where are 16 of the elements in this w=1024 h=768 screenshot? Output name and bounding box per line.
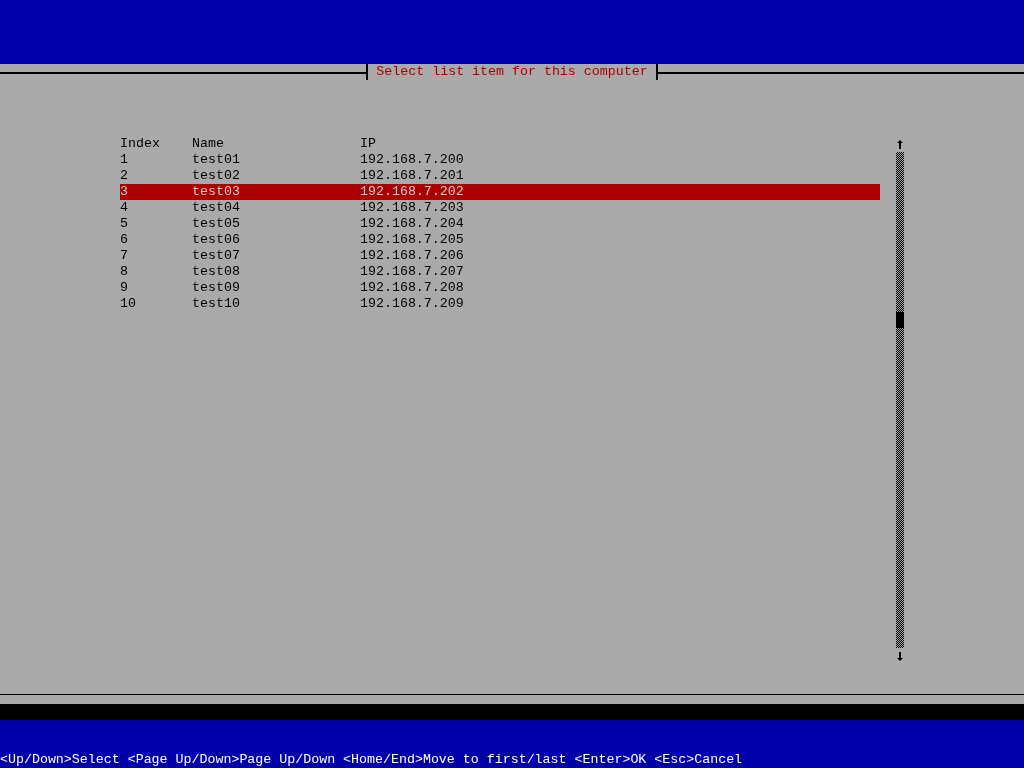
list-row[interactable]: 9 test09 192.168.7.208 bbox=[120, 280, 880, 296]
key-hints: <Up/Down>Select <Page Up/Down>Page Up/Down <Home/End>Move to first/last <Enter>OK <Esc>Cancel bbox=[0, 752, 743, 768]
list-row[interactable]: 10 test10 192.168.7.209 bbox=[120, 296, 880, 312]
column-header: Name bbox=[192, 136, 225, 152]
list-row[interactable]: 4 test04 192.168.7.203 bbox=[120, 200, 880, 216]
list-row[interactable]: 2 test02 192.168.7.201 bbox=[120, 168, 880, 184]
list-row[interactable]: 5 test05 192.168.7.204 bbox=[120, 216, 880, 232]
list-row[interactable]: 3 test03 192.168.7.202 bbox=[120, 184, 880, 200]
scroll-thumb[interactable] bbox=[896, 312, 904, 328]
list-row[interactable]: 7 test07 192.168.7.206 bbox=[120, 248, 880, 264]
column-header: Index bbox=[120, 136, 161, 152]
dialog-title: Select list item for this computer bbox=[366, 64, 658, 80]
list-row[interactable]: 6 test06 192.168.7.205 bbox=[120, 232, 880, 248]
list-row[interactable]: 1 test01 192.168.7.200 bbox=[120, 152, 880, 168]
list-row[interactable]: 8 test08 192.168.7.207 bbox=[120, 264, 880, 280]
column-header: IP bbox=[360, 136, 377, 152]
